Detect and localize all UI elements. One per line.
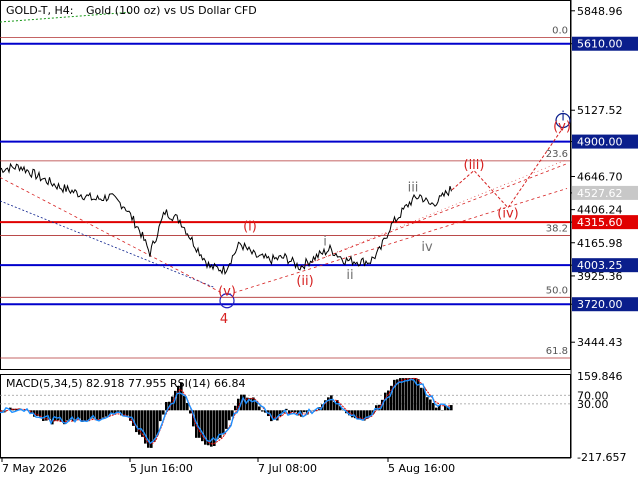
macd-histogram-bar (228, 410, 231, 421)
macd-histogram-bar (435, 407, 438, 411)
price-tick-label: 4165.98 (577, 237, 623, 250)
macd-histogram-bar (102, 410, 105, 418)
indicator-label: MACD(5,34,5) 82.918 77.955 RSI(14) 66.84 (6, 377, 245, 390)
macd-histogram-bar (408, 378, 411, 411)
price-badge-label: 4900.00 (577, 136, 623, 149)
channel-line-red (299, 163, 568, 268)
macd-histogram-bar (432, 402, 435, 411)
channel-line-red (227, 188, 568, 295)
macd-histogram-bar (405, 378, 408, 411)
fib-label: 0.0 (552, 25, 568, 36)
macd-histogram-bar (84, 410, 87, 422)
macd-histogram-bar (42, 410, 45, 421)
wave-label: i (561, 109, 565, 124)
fibonacci-levels: 0.0 23.6 38.2 50.0 61.8 (0, 25, 570, 359)
price-badge-label: 4315.60 (577, 216, 623, 229)
price-chart[interactable]: 0.023.638.250.061.8 (i)(ii)(iii)(iv)(v)(… (0, 0, 640, 480)
wave-label: (i) (243, 219, 257, 234)
time-axis: 7 May 2026 5 Jun 16:00 7 Jul 08:00 5 Aug 16… (1, 458, 455, 475)
macd-histogram-bar (393, 379, 396, 411)
time-tick-label: 7 May 2026 (2, 462, 67, 475)
wave-label: (iv) (497, 206, 518, 221)
price-tick-label: 4406.24 (577, 204, 623, 217)
macd-histogram-bar (57, 410, 60, 421)
macd-histogram-bar (450, 405, 453, 411)
channel-line-blue (0, 200, 216, 289)
macd-histogram-bar (291, 410, 294, 413)
wave-label: iii (408, 181, 419, 196)
macd-histogram-bar (96, 410, 99, 421)
price-tick-label: 5127.52 (577, 104, 623, 117)
time-tick-label: 5 Aug 16:00 (388, 462, 455, 475)
macd-histogram-bar (294, 410, 297, 413)
price-series (0, 162, 452, 276)
wave-label: 4 (220, 312, 228, 327)
price-tick-label: 5848.96 (577, 5, 623, 18)
macd-histogram-bar (234, 405, 237, 411)
macd-histogram-bar (222, 410, 225, 435)
macd-histogram-bar (411, 378, 414, 411)
macd-histogram-bar (330, 395, 333, 411)
wave-label: (v) (218, 285, 236, 300)
macd-histogram-bar (66, 410, 69, 421)
macd-histogram-bar (261, 410, 264, 412)
horizontal-levels (0, 42, 570, 306)
price-tick-label: 4646.70 (577, 170, 623, 183)
time-tick-label: 7 Jul 08:00 (258, 462, 317, 475)
chart-symbol: GOLD-T, H4: (6, 4, 73, 17)
macd-histogram-bar (159, 410, 162, 422)
time-tick-label: 5 Jun 16:00 (130, 462, 193, 475)
price-badge-label: 4003.25 (577, 259, 623, 272)
macd-histogram-bar (99, 410, 102, 420)
macd-histogram-bar (198, 410, 201, 438)
wave-label: i (323, 235, 327, 250)
macd-histogram-bar (105, 410, 108, 417)
channel-line-red (0, 177, 226, 295)
macd-histogram-bar (303, 410, 306, 413)
macd-histogram-bar (426, 397, 429, 411)
fib-label: 50.0 (546, 285, 568, 296)
channel-line-red-fine (299, 159, 568, 268)
fib-label: 61.8 (546, 346, 568, 357)
chart-description: Gold (100 oz) vs US Dollar CFD (86, 4, 257, 17)
price-badge-label: 5610.00 (577, 38, 623, 51)
price-line (0, 162, 452, 276)
macd-histogram-bar (126, 410, 129, 416)
indicator-tick-label: 159.846 (577, 370, 623, 383)
wave-label: ii (346, 268, 353, 283)
macd-histogram-bar (141, 410, 144, 437)
macd-histogram-bar (54, 410, 57, 421)
macd-histogram-bar (399, 378, 402, 411)
macd-histogram-bar (252, 397, 255, 411)
wave-label: (iii) (464, 158, 485, 173)
macd-histogram-bar (225, 410, 228, 429)
macd-histogram-bar (189, 410, 192, 414)
wave-label: (ii) (296, 274, 313, 289)
macd-histogram-bar (258, 406, 261, 411)
macd-histogram-bar (429, 399, 432, 411)
macd-histogram-bar (183, 395, 186, 411)
macd-histogram-bar (420, 387, 423, 411)
fib-label: 38.2 (546, 224, 568, 235)
wave-label: iv (421, 240, 433, 255)
price-tick-label: 3444.43 (577, 336, 623, 349)
fib-label: 23.6 (546, 149, 568, 160)
main-panel-frame (0, 0, 571, 370)
macd-histogram-bar (402, 378, 405, 411)
price-badge-label: 4527.62 (577, 187, 623, 200)
price-badge-label: 3720.00 (577, 298, 623, 311)
indicator-tick-label: 30.00 (577, 398, 609, 411)
macd-histogram-bar (162, 410, 165, 415)
macd-histogram-bar (153, 410, 156, 442)
indicator-tick-label: -217.657 (577, 451, 626, 464)
